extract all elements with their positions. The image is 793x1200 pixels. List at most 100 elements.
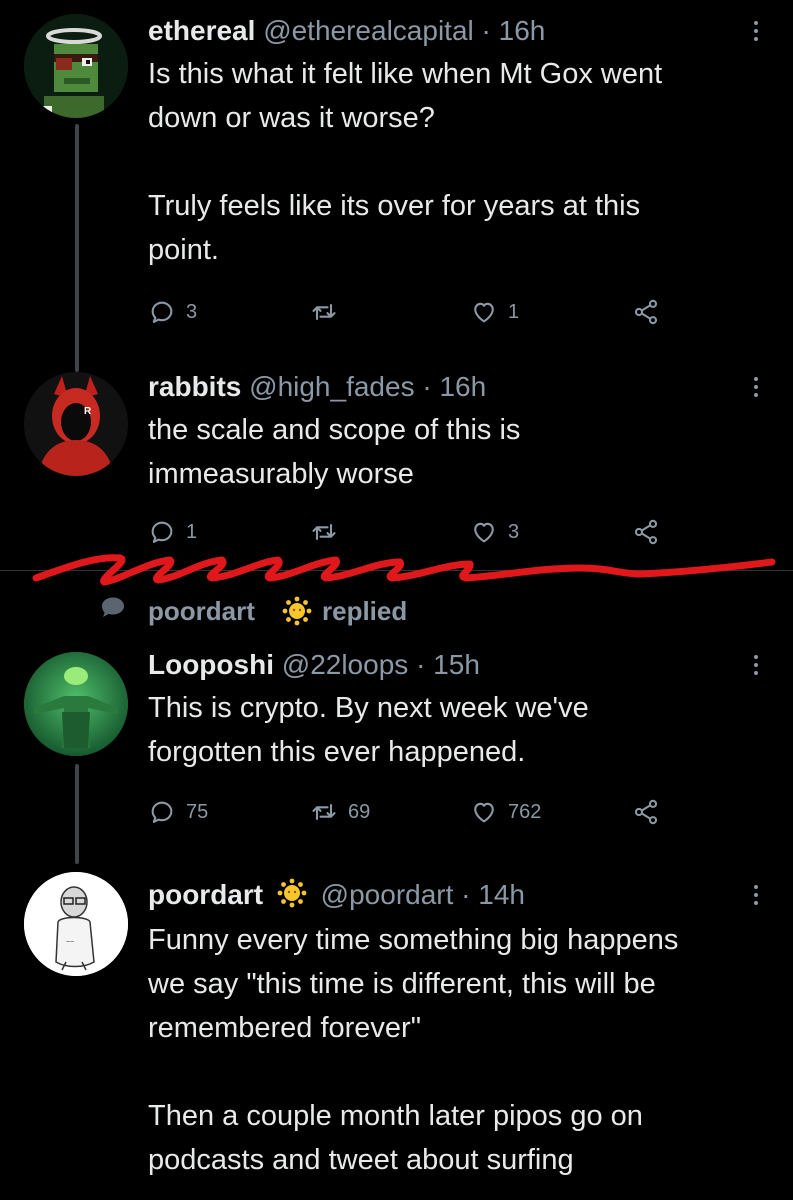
tweet-header: ethereal @etherealcapital · 16h [148,14,545,48]
retweet-count: 69 [348,800,371,823]
replied-context[interactable]: poordart replied [0,592,793,632]
username[interactable]: @22loops [282,649,409,680]
display-name[interactable]: ethereal [148,15,255,46]
hooded-figure-avatar-image: R [24,372,128,476]
pixel-zombie-avatar-image [24,14,128,118]
replied-label: replied [322,596,408,626]
svg-text:R: R [84,406,92,417]
separator-dot: · [481,15,491,46]
reply-icon [151,801,173,823]
like-count: 1 [508,300,520,323]
tweet-text-line: Funny every time something big happens [148,924,679,956]
timestamp[interactable]: 15h [433,649,480,680]
sun-badge-icon [282,596,312,626]
tweet-actions: 3 1 [148,294,668,330]
tweet-text-line: This is crypto. By next week we've [148,692,589,724]
like-count: 3 [508,520,520,543]
tweet-text-line: Then a couple month later pipos go on [148,1100,643,1132]
tweet-text-line [148,1050,768,1094]
reply-count: 1 [186,520,198,543]
tweet-text-line: Truly feels like its over for years at t… [148,190,641,222]
reply-count: 75 [186,800,209,823]
timestamp[interactable]: 14h [478,879,525,910]
reply-button[interactable]: 3 [148,294,197,330]
tweet-actions: 75 69 762 [148,794,668,830]
tweet-text: Funny every time something big happens w… [148,918,768,1182]
sun-badge-icon [277,878,307,908]
retweet-icon [312,523,336,541]
thread-line [75,124,79,372]
more-icon[interactable] [746,14,766,48]
tweet-text-line: immeasurably worse [148,458,414,490]
tweet-ethereal[interactable]: ethereal @etherealcapital · 16h Is this … [0,0,793,372]
tweet-rabbits[interactable]: R rabbits @high_fades · 16h the scale an… [0,364,793,564]
retweet-icon [312,303,336,321]
retweet-button[interactable]: 69 [310,794,370,830]
separator-dot: · [416,649,426,680]
avatar-looposhi[interactable] [24,652,128,756]
tweet-text-line: down or was it worse? [148,102,435,134]
svg-text:~~: ~~ [66,939,74,946]
tweet-text: Is this what it felt like when Mt Gox we… [148,52,768,272]
like-button[interactable]: 3 [470,514,519,550]
timestamp[interactable]: 16h [499,15,546,46]
separator-dot: · [422,371,432,402]
tweet-text-line: Is this what it felt like when Mt Gox we… [148,58,663,90]
tweet-poordart[interactable]: ~~ poordart @poordart · 14h Funny every … [0,864,793,1200]
reply-icon [151,521,173,543]
retweet-icon [312,803,336,821]
retweet-button[interactable] [310,514,348,550]
tweet-text: This is crypto. By next week we've forgo… [148,686,768,774]
share-icon [634,299,658,325]
tweet-looposhi[interactable]: Looposhi @22loops · 15h This is crypto. … [0,640,793,864]
display-name[interactable]: Looposhi [148,649,274,680]
tweet-text-line: forgotten this ever happened. [148,736,526,768]
username[interactable]: @poordart [321,879,454,910]
display-name[interactable]: rabbits [148,371,241,402]
share-icon [634,799,658,825]
avatar-poordart[interactable]: ~~ [24,872,128,976]
like-count: 762 [508,800,542,823]
share-icon [634,519,658,545]
tweet-actions: 1 3 [148,514,668,550]
reply-button[interactable]: 75 [148,794,208,830]
separator-dot: · [461,879,471,910]
avatar-ethereal[interactable] [24,14,128,118]
replied-user-name[interactable]: poordart [148,594,255,628]
tweet-header: poordart @poordart · 14h [148,878,525,912]
tweet-header: Looposhi @22loops · 15h [148,648,480,682]
share-button[interactable] [632,794,660,830]
more-icon[interactable] [746,878,766,912]
more-icon[interactable] [746,370,766,404]
like-button[interactable]: 1 [470,294,519,330]
retweet-button[interactable] [310,294,348,330]
reply-count: 3 [186,300,198,323]
reply-button[interactable]: 1 [148,514,197,550]
avatar-rabbits[interactable]: R [24,372,128,476]
tweet-text-line: remembered forever" [148,1012,422,1044]
tweet-text: the scale and scope of this is immeasura… [148,408,768,496]
green-figure-avatar-image [24,652,128,756]
thread-line [75,764,79,864]
share-button[interactable] [632,514,660,550]
tweet-header: rabbits @high_fades · 16h [148,370,486,404]
display-name[interactable]: poordart [148,879,263,910]
tweet-text-line: we say "this time is different, this wil… [148,968,656,1000]
more-icon[interactable] [746,648,766,682]
username[interactable]: @high_fades [249,371,414,402]
username[interactable]: @etherealcapital [263,15,474,46]
reply-icon [151,301,173,323]
speech-bubble-icon [102,597,124,617]
like-button[interactable]: 762 [470,794,541,830]
tweet-text-line: the scale and scope of this is [148,414,521,446]
sketch-portrait-avatar-image: ~~ [24,872,128,976]
like-icon [474,522,494,543]
tweet-text-line [148,140,768,184]
tweet-text-line: podcasts and tweet about surfing [148,1144,574,1176]
timestamp[interactable]: 16h [439,371,486,402]
like-icon [474,302,494,323]
tweet-text-line: point. [148,234,219,266]
red-scribble-annotation [32,554,776,586]
like-icon [474,802,494,823]
share-button[interactable] [632,294,660,330]
